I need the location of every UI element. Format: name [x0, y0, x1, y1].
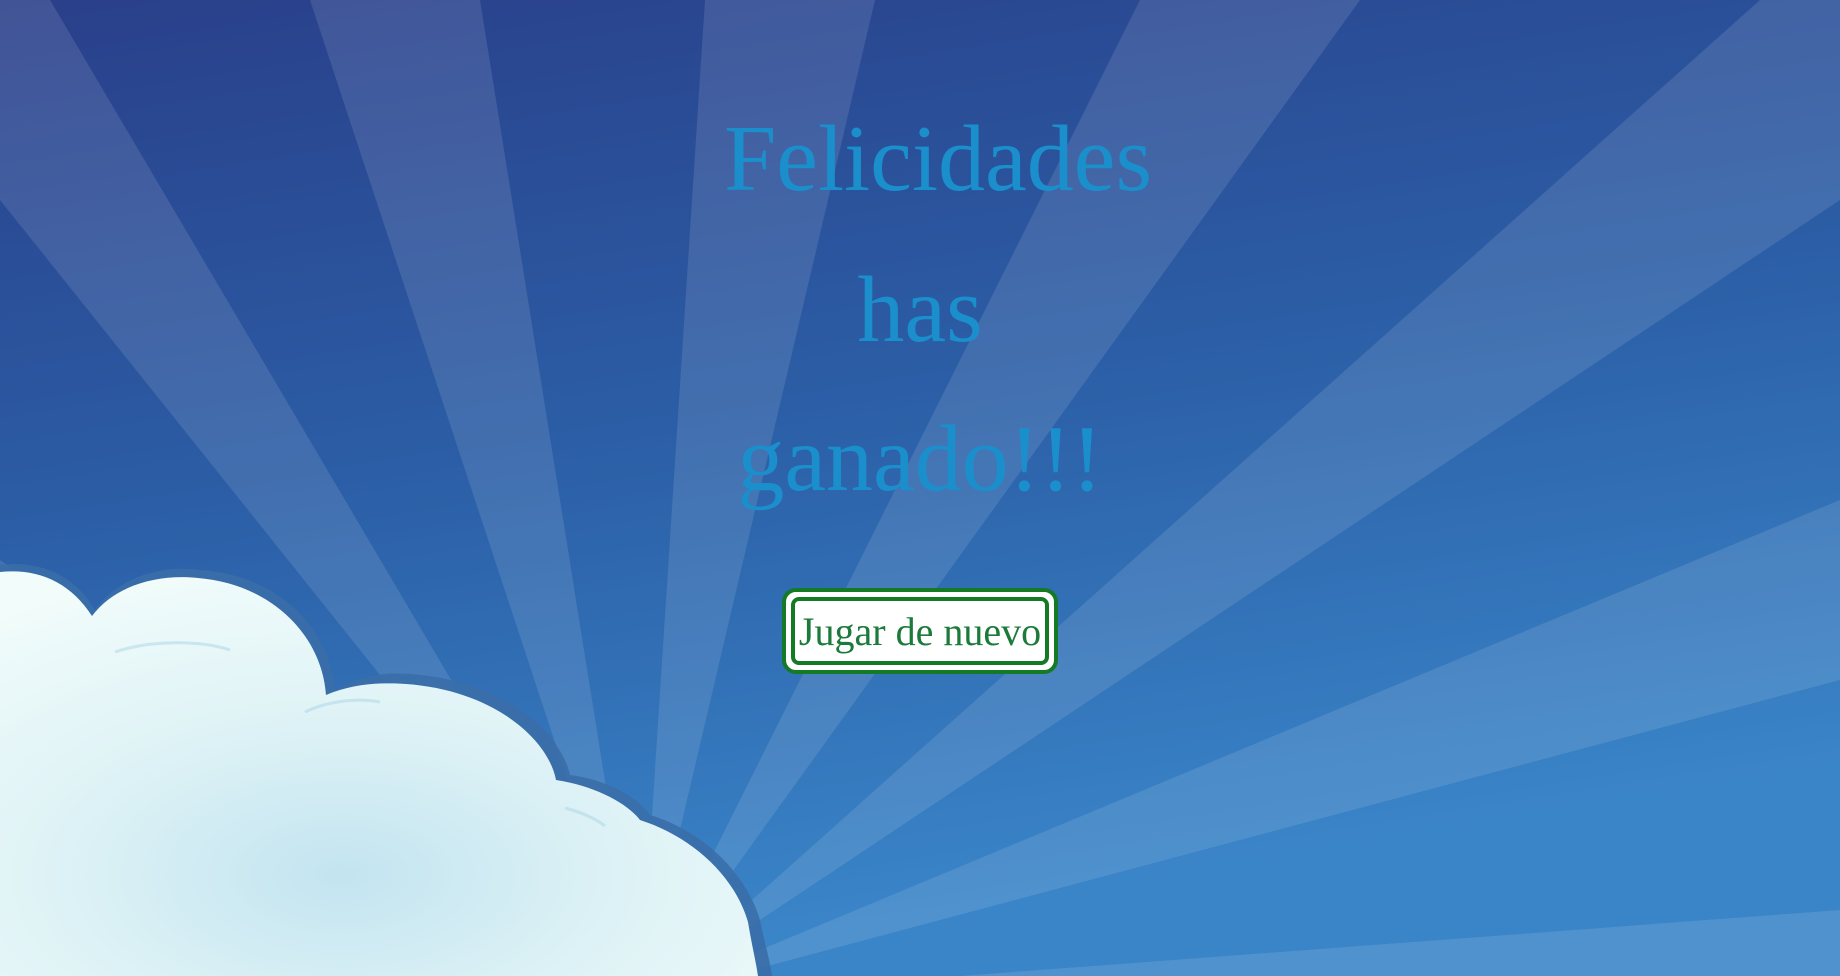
play-again-label: Jugar de nuevo — [791, 597, 1049, 665]
play-again-button[interactable]: Jugar de nuevo — [782, 588, 1058, 674]
win-message-line-2: has — [857, 258, 983, 362]
win-message-line-3: ganado!!! — [737, 407, 1103, 511]
win-message-line-1: Felicidades — [723, 107, 1153, 211]
